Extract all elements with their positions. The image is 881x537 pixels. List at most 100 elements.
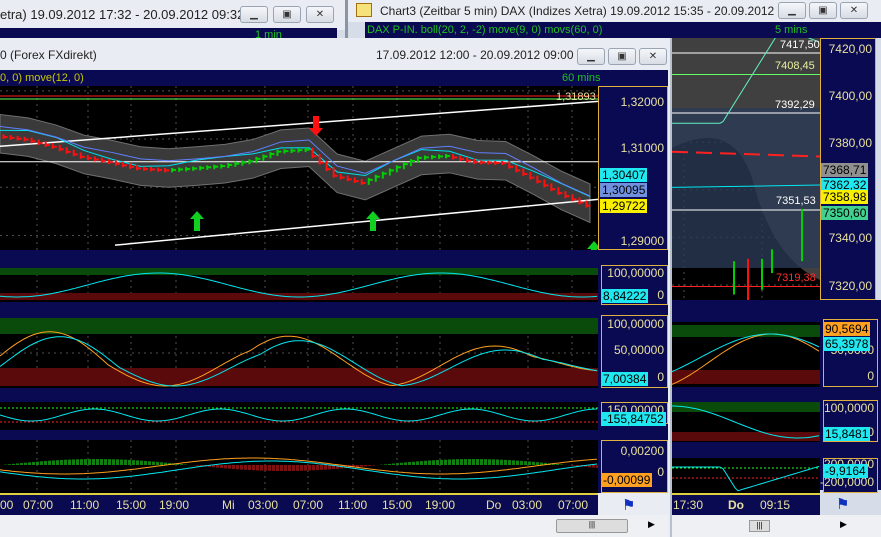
value-tag-orange: 90,5694 — [823, 322, 871, 336]
histogram-bar — [516, 460, 519, 465]
line-label: 1,31893 — [556, 91, 596, 103]
histogram-bar — [276, 465, 279, 471]
front-time-axis: 00 07:00 11:00 15:00 19:00 Mi 03:00 07:00 11:00 1… — [0, 493, 598, 515]
back-window-titlebar[interactable]: etra) 19.09.2012 17:32 - 20.09.2012 09:3… — [0, 0, 345, 30]
histogram-bar — [256, 465, 259, 471]
value-tag-cyan: -9,9164 — [823, 464, 868, 478]
front-window-titlebar[interactable]: 0 (Forex FXdirekt) 17.09.2012 12:00 - 20… — [0, 38, 670, 68]
front-panel-1[interactable] — [0, 268, 598, 302]
histogram-bar — [488, 459, 491, 465]
histogram-bar — [288, 465, 291, 471]
front-panel-2[interactable] — [0, 318, 598, 388]
histogram-bar — [216, 465, 219, 468]
histogram-bar — [44, 460, 47, 465]
histogram-bar — [456, 459, 459, 465]
histogram-bar — [484, 459, 487, 465]
histogram-bar — [464, 459, 467, 465]
histogram-bar — [504, 459, 507, 465]
histogram-bar — [476, 459, 479, 465]
front-minimize-button[interactable]: ▁ — [577, 48, 605, 65]
time-label: 11:00 — [70, 498, 100, 512]
histogram-bar — [272, 465, 275, 471]
histogram-bar — [104, 459, 107, 465]
axis-label: 50,00000 — [613, 343, 664, 357]
histogram-bar — [320, 465, 323, 470]
value-tag-orange: -0,00099 — [601, 473, 653, 487]
histogram-bar — [284, 465, 287, 471]
histogram-bar — [228, 465, 231, 469]
axis-label: 7400,00 — [828, 89, 872, 103]
chart3-titlebar[interactable]: Chart3 (Zeitbar 5 min) DAX (Indizes Xetr… — [348, 0, 881, 22]
scroll-right-arrow[interactable]: ▶ — [648, 519, 655, 530]
chart3-minimize-button[interactable]: ▁ — [778, 2, 806, 19]
chart3-stoch-panel[interactable] — [672, 322, 820, 387]
front-title-left: 0 (Forex FXdirekt) — [0, 48, 97, 62]
time-label: 07:00 — [23, 498, 54, 512]
front-panel-4[interactable] — [0, 440, 598, 493]
axis-label: 7380,00 — [828, 136, 872, 150]
time-label: 15:00 — [116, 498, 147, 512]
back-window-title: etra) 19.09.2012 17:32 - 20.09.2012 09:3… — [0, 7, 245, 22]
chart3-scrollbar[interactable]: ||| ▶ — [672, 515, 881, 537]
histogram-bar — [500, 459, 503, 465]
front-close-button[interactable]: ✕ — [639, 48, 667, 65]
histogram-bar — [108, 459, 111, 465]
histogram-bar — [300, 465, 303, 471]
chart3-cci-panel[interactable] — [672, 458, 820, 493]
price-tag-gray: 7368,71 — [821, 163, 869, 177]
chart3-osc-panel[interactable] — [672, 402, 820, 442]
time-label: Do — [486, 498, 502, 512]
time-label: 00 — [0, 498, 14, 512]
drawing-tool-icon[interactable]: ⚑ — [622, 496, 635, 514]
histogram-bar — [132, 460, 135, 465]
overbought-zone — [0, 318, 598, 334]
time-label: 03:00 — [512, 498, 543, 512]
scroll-thumb[interactable]: ||| — [749, 520, 770, 532]
histogram-bar — [432, 460, 435, 465]
time-label: Mi — [222, 498, 235, 512]
histogram-bar — [24, 462, 27, 465]
front-scrollbar[interactable]: ||| ▶ — [0, 515, 668, 537]
price-tag-cyan: 1,30407 — [600, 168, 648, 182]
histogram-bar — [180, 464, 183, 465]
scroll-thumb[interactable]: ||| — [556, 519, 628, 533]
histogram-bar — [124, 459, 127, 465]
chart3-close-button[interactable]: ✕ — [840, 2, 868, 19]
time-label: 19:00 — [425, 498, 456, 512]
histogram-bar — [280, 465, 283, 471]
histogram-bar — [420, 461, 423, 465]
chart3-price-chart[interactable] — [672, 38, 820, 300]
front-panel-3[interactable] — [0, 402, 598, 430]
histogram-bar — [76, 459, 79, 465]
front-price-chart[interactable] — [0, 86, 598, 250]
histogram-bar — [196, 465, 199, 466]
minimize-button[interactable]: ▁ — [240, 6, 268, 23]
histogram-bar — [84, 459, 87, 465]
axis-label: 7320,00 — [828, 279, 872, 293]
histogram-bar — [92, 459, 95, 465]
histogram-bar — [388, 463, 391, 465]
price-tag-blue: 1,30095 — [600, 183, 648, 197]
drawing-tool-icon[interactable]: ⚑ — [836, 495, 849, 513]
front-indicator-strip: 0, 0) move(12, 0) 60 mins — [0, 70, 668, 86]
histogram-bar — [436, 460, 439, 465]
histogram-bar — [236, 465, 239, 470]
histogram-bar — [592, 465, 595, 468]
chart3-maximize-button[interactable]: ▣ — [809, 2, 837, 19]
scroll-right-arrow[interactable]: ▶ — [840, 519, 847, 530]
histogram-bar — [292, 465, 295, 471]
histogram-bar — [444, 459, 447, 465]
maximize-button[interactable]: ▣ — [273, 6, 301, 23]
histogram-bar — [532, 461, 535, 465]
histogram-bar — [112, 459, 115, 465]
chart3-indicator-strip: DAX P-IN. boll(20, 2, -2) move(9, 0) mov… — [365, 22, 881, 38]
trend-line-lower — [114, 198, 598, 246]
histogram-bar — [572, 465, 575, 466]
histogram-bar — [220, 465, 223, 469]
histogram-bar — [260, 465, 263, 471]
cci-line — [672, 465, 820, 492]
front-maximize-button[interactable]: ▣ — [608, 48, 636, 65]
histogram-bar — [52, 460, 55, 465]
histogram-bar — [156, 461, 159, 465]
close-button[interactable]: ✕ — [306, 6, 334, 23]
